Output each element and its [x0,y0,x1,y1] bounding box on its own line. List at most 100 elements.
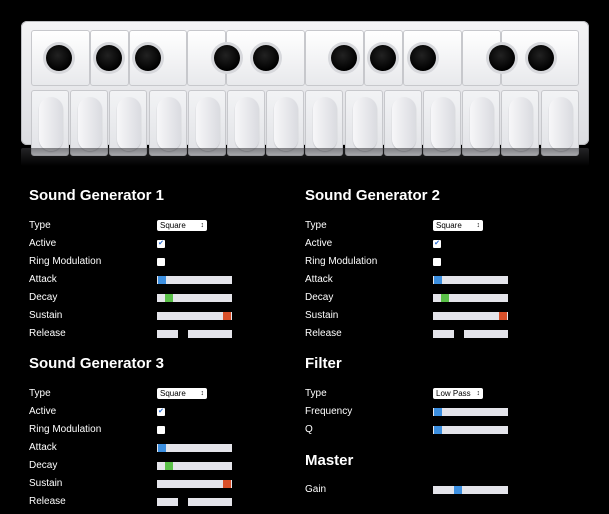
frequency-slider-thumb[interactable] [434,408,442,416]
release-slider[interactable] [157,498,232,506]
key-pill [274,97,299,151]
white-key[interactable] [266,90,305,156]
filter-type-select[interactable]: Low Pass ↕ [433,388,483,399]
panel-title: Sound Generator 3 [29,355,165,372]
attack-slider[interactable] [157,276,232,284]
white-key[interactable] [305,90,344,156]
ring-modulation-checkbox[interactable] [157,258,165,266]
attack-slider-thumb[interactable] [158,276,166,284]
white-key[interactable] [227,90,265,156]
attack-slider[interactable] [157,444,232,452]
type-select[interactable]: Square ↕ [157,388,207,399]
key-pill [78,97,103,151]
white-key[interactable] [70,90,109,156]
active-checkbox[interactable]: ✔ [433,240,441,248]
attack-row: Attack [29,441,289,455]
q-slider-thumb[interactable] [434,426,442,434]
attack-slider-track-right [442,276,508,284]
decay-row: Decay [29,291,289,305]
type-select-value: Square [436,221,462,230]
decay-slider[interactable] [157,462,232,470]
active-checkbox[interactable]: ✔ [157,408,165,416]
release-slider-thumb[interactable] [455,330,463,338]
key-pill [391,97,416,151]
type-label: Type [29,388,51,399]
attack-slider[interactable] [433,276,508,284]
ring-modulation-checkbox[interactable] [157,426,165,434]
type-select-value: Square [160,221,186,230]
keyboard-bottom-row [31,90,579,156]
sound-generator-panel: Sound Generator 3 Type Square ↕ Active ✔ Ring … [29,354,289,514]
release-control-wrap [157,496,232,506]
white-key[interactable] [462,90,501,156]
sustain-slider-track-left [433,312,499,320]
attack-label: Attack [305,274,333,285]
sustain-row: Sustain [29,309,289,323]
ring-modulation-control-wrap [157,424,165,434]
sustain-slider-thumb[interactable] [499,312,507,320]
release-slider-thumb[interactable] [179,498,187,506]
attack-label: Attack [29,442,57,453]
release-slider-thumb[interactable] [179,330,187,338]
attack-slider-thumb[interactable] [158,444,166,452]
sustain-slider[interactable] [157,312,232,320]
panel-title: Master [305,452,354,469]
decay-slider[interactable] [433,294,508,302]
sustain-slider-track-right [231,480,232,488]
select-arrow-icon: ↕ [200,390,205,397]
white-key[interactable] [540,90,579,156]
decay-control-wrap [157,460,232,470]
ring-modulation-checkbox[interactable] [433,258,441,266]
sustain-slider-thumb[interactable] [223,312,231,320]
active-checkbox[interactable]: ✔ [157,240,165,248]
decay-label: Decay [29,292,58,303]
active-label: Active [29,406,57,417]
release-slider-track-right [188,330,232,338]
type-select[interactable]: Square ↕ [157,220,207,231]
attack-slider-thumb[interactable] [434,276,442,284]
frequency-label: Frequency [305,406,353,417]
type-select-value: Square [160,389,186,398]
gain-slider[interactable] [433,486,508,494]
sustain-slider-thumb[interactable] [223,480,231,488]
q-slider[interactable] [433,426,508,434]
decay-slider-track-right [173,294,232,302]
key-pill [39,97,63,151]
panel-title: Sound Generator 1 [29,187,165,204]
type-select[interactable]: Square ↕ [433,220,483,231]
release-slider-track-left [157,330,178,338]
decay-slider-thumb[interactable] [441,294,449,302]
active-control-wrap: ✔ [157,406,165,416]
release-slider[interactable] [433,330,508,338]
white-key[interactable] [187,90,226,156]
release-slider[interactable] [157,330,232,338]
q-row: Q [305,423,565,437]
white-key[interactable] [31,90,69,156]
key-hole [528,45,554,71]
release-row: Release [29,327,289,341]
keyboard-top-row [31,30,579,88]
white-key[interactable] [423,90,461,156]
white-key[interactable] [501,90,540,156]
sustain-slider[interactable] [157,480,232,488]
active-row: Active ✔ [29,405,289,419]
decay-control-wrap [157,292,232,302]
active-label: Active [305,238,333,249]
white-key[interactable] [109,90,148,156]
decay-slider[interactable] [157,294,232,302]
key-hole [46,45,72,71]
decay-slider-thumb[interactable] [165,294,173,302]
sustain-slider[interactable] [433,312,508,320]
frequency-slider[interactable] [433,408,508,416]
key-hole [214,45,240,71]
white-key[interactable] [344,90,383,156]
gain-slider-thumb[interactable] [454,486,462,494]
release-label: Release [29,328,66,339]
decay-slider-thumb[interactable] [165,462,173,470]
ring-modulation-label: Ring Modulation [305,256,378,267]
white-key[interactable] [148,90,187,156]
white-key[interactable] [383,90,422,156]
sustain-label: Sustain [29,478,63,489]
key-hole [253,45,279,71]
type-row: Type Square ↕ [305,219,565,233]
